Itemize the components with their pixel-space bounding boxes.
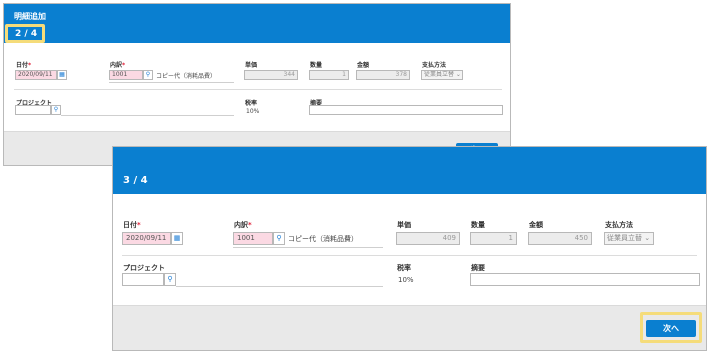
dialog-footer: 次へ [113, 305, 706, 350]
payment-select[interactable]: 従業員立替 ⌄ [421, 70, 463, 80]
tax-rate-label: 税率 [397, 264, 411, 272]
date-label: 日付* [123, 221, 141, 229]
memo-field[interactable] [309, 105, 503, 115]
item-code-field[interactable]: 1001 [109, 70, 143, 80]
item-code-field[interactable]: 1001 [233, 232, 273, 245]
memo-label: 摘要 [471, 264, 485, 272]
date-label: 日付* [16, 62, 32, 69]
tax-rate-value: 10% [246, 108, 260, 115]
dialog-header: 3 / 4 [113, 147, 706, 194]
dialog-header: 明細追加 2 / 4 [4, 4, 510, 43]
project-field[interactable] [122, 273, 164, 286]
payment-label: 支払方法 [422, 62, 447, 69]
item-label: 内訳* [234, 221, 252, 229]
project-underline [61, 115, 234, 116]
unit-price-field: 409 [396, 232, 460, 245]
project-underline [176, 286, 383, 287]
unit-price-label: 単価 [245, 62, 258, 69]
next-button-highlight [640, 312, 702, 343]
item-underline [109, 82, 234, 83]
search-icon[interactable]: ⚲ [164, 273, 176, 286]
payment-label: 支払方法 [605, 221, 633, 229]
chevron-down-icon: ⌄ [454, 71, 461, 78]
item-name: コピー代（消耗品費） [156, 73, 217, 80]
search-icon[interactable]: ⚲ [143, 70, 153, 80]
quantity-field: 1 [470, 232, 517, 245]
item-label: 内訳* [110, 62, 126, 69]
divider [122, 255, 697, 256]
memo-field[interactable] [470, 273, 700, 286]
dialog-step-3: 3 / 4 日付* 2020/09/11 ▦ 内訳* 1001 ⚲ コピー代（消… [112, 146, 707, 351]
divider [14, 89, 502, 90]
step-highlight [5, 24, 45, 43]
quantity-label: 数量 [310, 62, 323, 69]
tax-rate-label: 税率 [245, 100, 258, 107]
step-indicator: 3 / 4 [123, 175, 148, 186]
search-icon[interactable]: ⚲ [51, 105, 61, 115]
quantity-field: 1 [309, 70, 349, 80]
item-underline [233, 247, 383, 248]
date-field[interactable]: 2020/09/11 [122, 232, 171, 245]
dialog-title: 明細追加 [14, 12, 46, 21]
item-name: コピー代（消耗品費） [288, 235, 358, 243]
amount-label: 金額 [357, 62, 370, 69]
unit-price-label: 単価 [397, 221, 411, 229]
calendar-icon[interactable]: ▦ [57, 70, 67, 80]
amount-field: 450 [528, 232, 592, 245]
quantity-label: 数量 [471, 221, 485, 229]
search-icon[interactable]: ⚲ [273, 232, 285, 245]
tax-rate-value: 10% [398, 276, 414, 284]
unit-price-field: 344 [244, 70, 298, 80]
calendar-icon[interactable]: ▦ [171, 232, 183, 245]
payment-select[interactable]: 従業員立替 ⌄ [604, 232, 654, 245]
chevron-down-icon: ⌄ [642, 234, 651, 242]
project-label: プロジェクト [123, 264, 165, 272]
amount-label: 金額 [529, 221, 543, 229]
amount-field: 378 [356, 70, 410, 80]
date-field[interactable]: 2020/09/11 [15, 70, 57, 80]
dialog-step-2: 明細追加 2 / 4 日付* 2020/09/11 ▦ 内訳* 1001 ⚲ コ… [3, 3, 511, 166]
project-field[interactable] [15, 105, 51, 115]
